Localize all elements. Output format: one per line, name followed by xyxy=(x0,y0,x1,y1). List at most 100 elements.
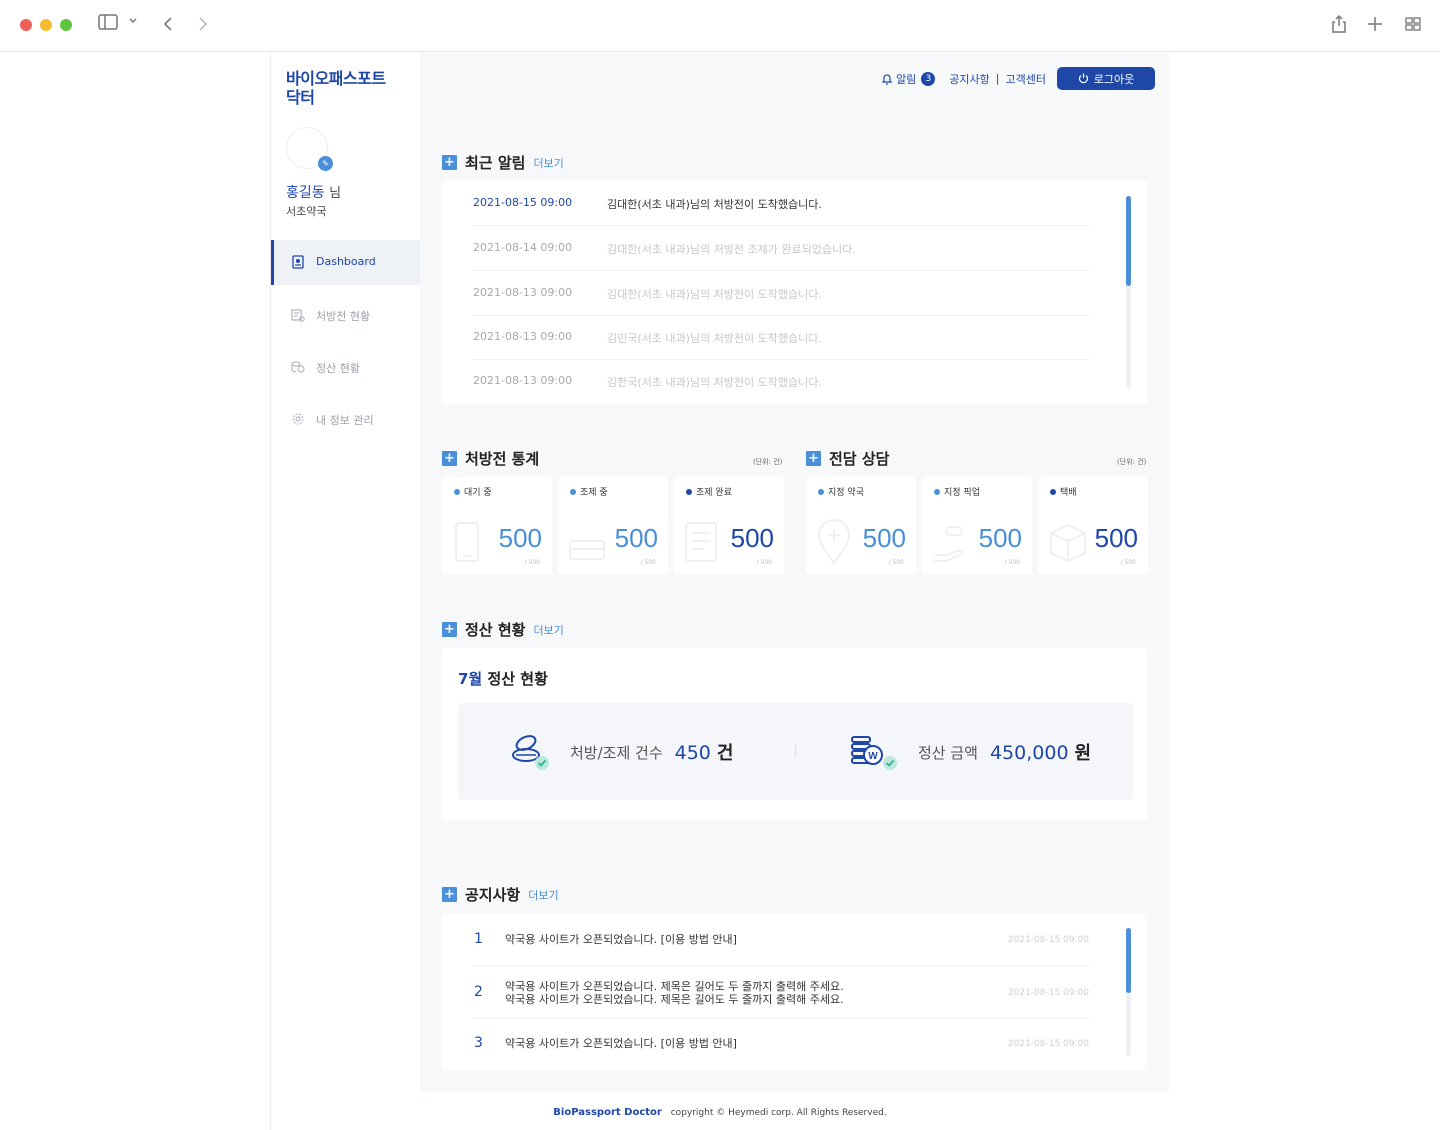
unit-label: (단위: 건) xyxy=(1117,458,1147,466)
stat-designated-pharmacy[interactable]: 지정 약국 500 / 500 xyxy=(806,477,916,574)
alerts-scrollbar[interactable] xyxy=(1126,196,1131,388)
notices-scrollbar[interactable] xyxy=(1126,928,1131,1056)
window-maximize-button[interactable] xyxy=(60,19,72,31)
alarm-label: 알림 xyxy=(896,72,917,86)
alerts-more-link[interactable]: 더보기 xyxy=(533,155,563,171)
notice-row[interactable]: 2 약국용 사이트가 오픈되었습니다. 제목은 길어도 두 줄까지 출력해 주세… xyxy=(472,966,1089,1019)
stat-total: / 500 xyxy=(640,559,656,566)
share-icon[interactable] xyxy=(1331,14,1347,36)
notice-title: 약국용 사이트가 오픈되었습니다. [이용 방법 안내] xyxy=(505,1037,737,1050)
scrollbar-thumb[interactable] xyxy=(1126,928,1131,993)
stat-dispensing[interactable]: 조제 중 500 / 500 xyxy=(558,477,668,574)
summary-divider xyxy=(795,745,796,757)
sidebar-item-my-info[interactable]: 내 정보 관리 xyxy=(271,397,420,442)
alerts-title: 최근 알림 xyxy=(465,154,526,172)
consultation-label: 전담 상담 xyxy=(829,450,890,468)
stat-total: / 500 xyxy=(1004,559,1020,566)
alert-datetime: 2021-08-15 09:00 xyxy=(473,196,573,209)
sidebar-item-label: 내 정보 관리 xyxy=(316,414,374,427)
notice-title-line2: 약국용 사이트가 오픈되었습니다. 제목은 길어도 두 줄까지 출력해 주세요. xyxy=(505,993,844,1006)
stat-total: / 500 xyxy=(1120,559,1136,566)
settlement-more-link[interactable]: 더보기 xyxy=(533,622,563,638)
new-tab-icon[interactable] xyxy=(1367,14,1383,36)
settlement-count-value: 450 건 xyxy=(675,739,734,765)
support-link[interactable]: 고객센터 xyxy=(1006,71,1046,87)
notice-date: 2021-08-15 09:00 xyxy=(1007,988,1089,998)
alert-message: 김대한(서초 내과)님의 처방전 조제가 완료되었습니다. xyxy=(607,243,856,256)
stat-value: 500 xyxy=(730,523,774,553)
notice-number: 2 xyxy=(474,984,483,1000)
settlement-count: 처방/조제 건수 450 건 xyxy=(510,731,733,773)
stat-value: 500 xyxy=(862,523,906,553)
notice-date: 2021-08-15 09:00 xyxy=(1007,1039,1089,1049)
alert-row[interactable]: 2021-08-15 09:00 김대한(서초 내과)님의 처방전이 도착했습니… xyxy=(472,181,1089,226)
sidebar-item-prescriptions[interactable]: 처방전 현황 xyxy=(271,293,420,338)
unit-label: (단위: 건) xyxy=(753,458,783,466)
stat-label: 조제 중 xyxy=(570,485,608,498)
stat-waiting[interactable]: 대기 중 500 / 500 xyxy=(442,477,552,574)
notice-row[interactable]: 3 약국용 사이트가 오픈되었습니다. [이용 방법 안내] 2021-08-1… xyxy=(472,1019,1089,1070)
tab-overview-icon[interactable] xyxy=(1404,14,1422,36)
stat-label-text: 지정 픽업 xyxy=(944,488,980,498)
settlement-title: 정산 현황 xyxy=(465,621,526,639)
logout-label: 로그아웃 xyxy=(1093,72,1135,86)
power-icon xyxy=(1078,73,1088,84)
stat-label-text: 택배 xyxy=(1060,488,1077,498)
window-close-button[interactable] xyxy=(20,19,32,31)
edit-icon[interactable]: ✎ xyxy=(318,156,333,171)
stat-label-text: 조제 완료 xyxy=(696,488,732,498)
alert-row[interactable]: 2021-08-13 09:00 김대한(서초 내과)님의 처방전이 도착했습니… xyxy=(472,271,1089,316)
alerts-card: 2021-08-15 09:00 김대한(서초 내과)님의 처방전이 도착했습니… xyxy=(442,181,1147,404)
notice-number: 3 xyxy=(474,1035,483,1051)
settlement-count-label: 처방/조제 건수 xyxy=(570,743,663,762)
notice-title: 약국용 사이트가 오픈되었습니다. [이용 방법 안내] xyxy=(505,933,737,946)
stat-label: 조제 완료 xyxy=(686,485,732,498)
settlement-subtitle-text: 정산 현황 xyxy=(487,670,548,688)
stat-total: / 500 xyxy=(524,559,540,566)
stat-label: 지정 약국 xyxy=(818,485,864,498)
user-suffix: 님 xyxy=(329,186,342,201)
alert-message: 김한국(서초 내과)님의 처방전이 도착했습니다. xyxy=(607,376,822,389)
stat-value: 500 xyxy=(498,523,542,553)
forward-icon[interactable] xyxy=(197,16,209,38)
user-name-text: 홍길동 xyxy=(286,185,325,201)
alert-row[interactable]: 2021-08-13 09:00 김한국(서초 내과)님의 처방전이 도착했습니… xyxy=(472,359,1089,404)
prescription-stats-label: 처방전 통계 xyxy=(465,450,540,468)
notices-section-title: + 공지사항 더보기 xyxy=(442,884,559,905)
notice-link[interactable]: 공지사항 xyxy=(949,71,989,87)
settlement-card: 7월 정산 현황 처방/조제 건수 450 건 W 정산 금액 450,000 원 xyxy=(442,648,1147,820)
user-name: 홍길동 님 xyxy=(286,182,341,202)
sidebar-item-settlement[interactable]: 정산 현황 xyxy=(271,345,420,390)
window-minimize-button[interactable] xyxy=(40,19,52,31)
alert-message: 김민국(서초 내과)님의 처방전이 도착했습니다. xyxy=(607,332,822,345)
alert-message: 김대한(서초 내과)님의 처방전이 도착했습니다. xyxy=(607,198,822,211)
dashboard-icon xyxy=(291,255,305,269)
stat-value: 500 xyxy=(1094,523,1138,553)
chevron-down-icon[interactable] xyxy=(128,16,138,38)
sidebar-item-dashboard[interactable]: Dashboard xyxy=(271,240,420,285)
alert-message: 김대한(서초 내과)님의 처방전이 도착했습니다. xyxy=(607,288,822,301)
notices-more-link[interactable]: 더보기 xyxy=(528,887,558,903)
back-icon[interactable] xyxy=(162,16,174,38)
settlement-amount: W 정산 금액 450,000 원 xyxy=(848,731,1091,773)
scrollbar-thumb[interactable] xyxy=(1126,196,1131,286)
main-content: 알림 3 공지사항 | 고객센터 로그아웃 + 최근 알림 더보기 2021-0… xyxy=(420,53,1169,1093)
alarm-link[interactable]: 알림 3 xyxy=(881,71,936,87)
stat-delivery[interactable]: 택배 500 / 500 xyxy=(1038,477,1148,574)
alert-row[interactable]: 2021-08-14 09:00 김대한(서초 내과)님의 처방전 조제가 완료… xyxy=(472,226,1089,271)
plus-icon: + xyxy=(442,887,457,902)
consultation-title: + 전담 상담 xyxy=(806,448,889,469)
notices-card: 1 약국용 사이트가 오픈되었습니다. [이용 방법 안내] 2021-08-1… xyxy=(442,914,1147,1070)
stat-value: 500 xyxy=(614,523,658,553)
stat-total: / 500 xyxy=(756,559,772,566)
prescription-stats-title: + 처방전 통계 xyxy=(442,448,539,469)
notice-row[interactable]: 1 약국용 사이트가 오픈되었습니다. [이용 방법 안내] 2021-08-1… xyxy=(472,914,1089,966)
sidebar-item-label: 처방전 현황 xyxy=(316,310,371,323)
stat-dispensed[interactable]: 조제 완료 500 / 500 xyxy=(674,477,784,574)
logout-button[interactable]: 로그아웃 xyxy=(1057,67,1155,90)
brand-logo[interactable]: 바이오패스포트 닥터 xyxy=(286,69,406,107)
alert-row[interactable]: 2021-08-13 09:00 김민국(서초 내과)님의 처방전이 도착했습니… xyxy=(472,315,1089,360)
sidebar-icon[interactable] xyxy=(98,14,118,36)
alert-datetime: 2021-08-13 09:00 xyxy=(473,286,573,299)
stat-designated-pickup[interactable]: 지정 픽업 500 / 500 xyxy=(922,477,1032,574)
